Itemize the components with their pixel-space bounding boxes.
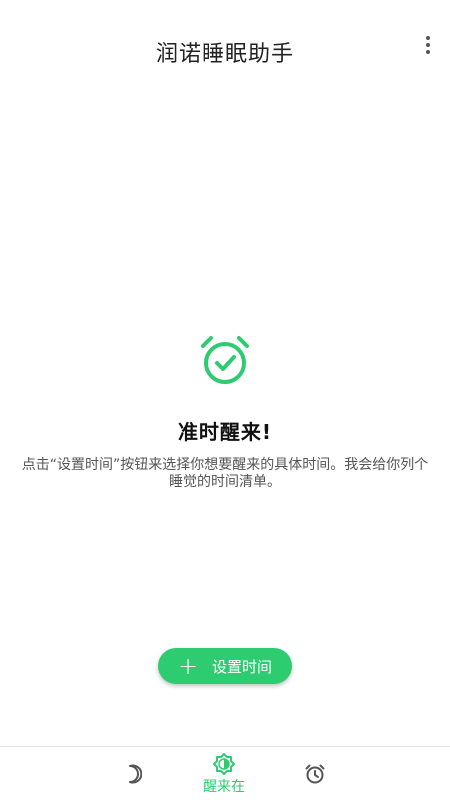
bottom-navigation: 醒来在 (0, 746, 450, 800)
plus-icon: + (177, 652, 199, 680)
empty-state: 准时醒来! 点击“设置时间”按钮来选择你想要醒来的具体时间。我会给你列个睡觉的时… (0, 334, 450, 491)
set-time-label: 设置时间 (212, 657, 273, 676)
app-title: 润诺睡眠助手 (155, 42, 294, 67)
nav-item-alarm[interactable] (270, 747, 360, 800)
empty-state-title: 准时醒来! (177, 420, 273, 444)
sun-icon (213, 752, 235, 775)
nav-item-wake-up[interactable]: 醒来在 (179, 747, 269, 800)
more-vert-icon (426, 36, 430, 54)
app-bar: 润诺睡眠助手 (0, 0, 450, 100)
alarm-clock-icon (305, 764, 325, 784)
empty-state-description: 点击“设置时间”按钮来选择你想要醒来的具体时间。我会给你列个睡觉的时间清单。 (21, 457, 429, 490)
nav-item-wake-up-label: 醒来在 (203, 778, 245, 795)
more-options-button[interactable] (416, 32, 440, 58)
nav-item-sleep[interactable] (88, 747, 178, 800)
alarm-check-icon (201, 336, 249, 384)
moon-icon (129, 764, 142, 784)
set-time-button[interactable]: + 设置时间 (158, 648, 292, 684)
